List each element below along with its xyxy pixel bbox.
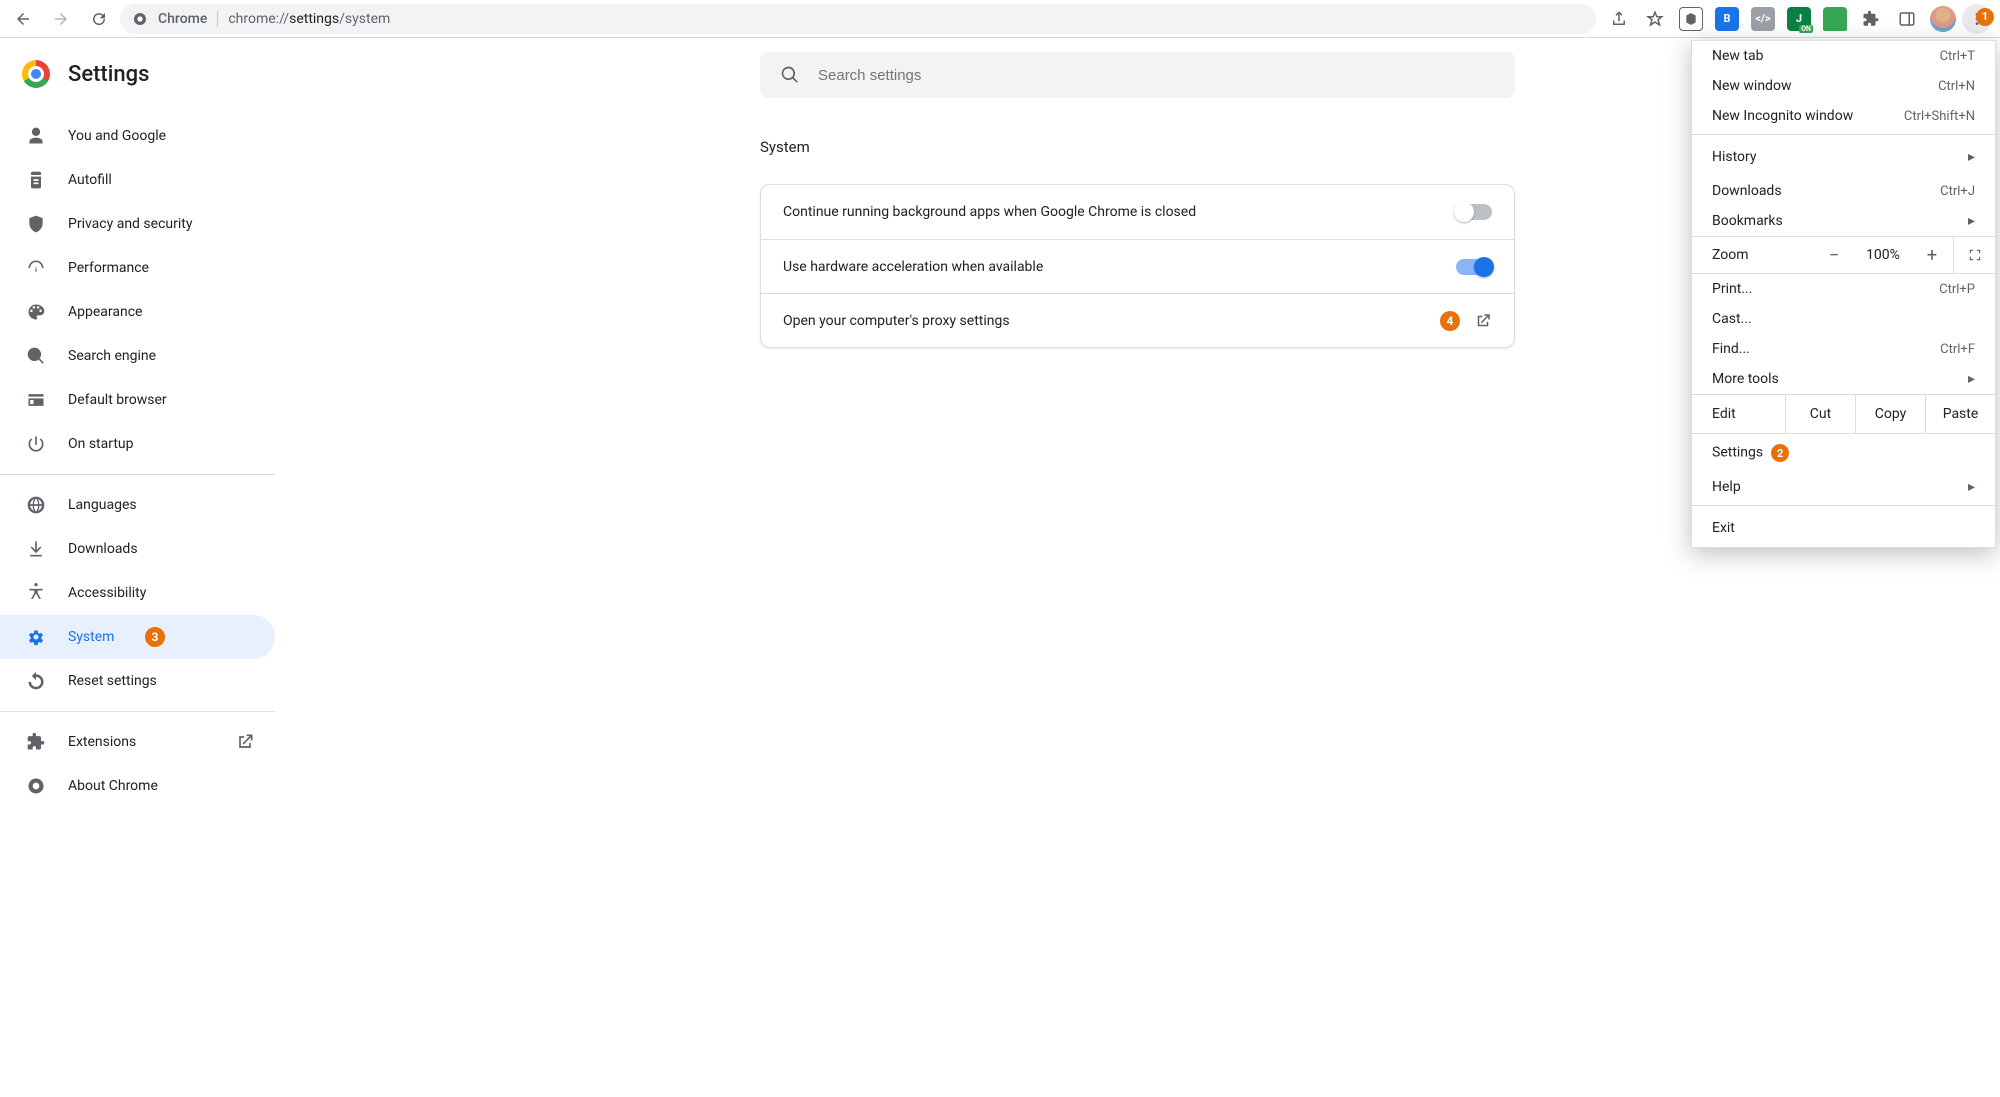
menu-copy[interactable]: Copy xyxy=(1855,395,1925,433)
extension-2[interactable]: B xyxy=(1710,4,1744,34)
menu-history[interactable]: History▸ xyxy=(1692,138,1995,176)
sidebar-item-languages[interactable]: Languages xyxy=(0,483,275,527)
toggle-bg-apps[interactable] xyxy=(1456,204,1492,220)
sidebar-item-default-browser[interactable]: Default browser xyxy=(0,378,275,422)
sidebar-item-reset-settings[interactable]: Reset settings xyxy=(0,659,275,703)
browser-toolbar: Chrome chrome://settings/system B </> JO… xyxy=(0,0,2000,38)
menu-badge-1: 1 xyxy=(1976,8,1994,26)
bookmark-star-icon[interactable] xyxy=(1638,4,1672,34)
menu-settings[interactable]: Settings2 xyxy=(1692,434,1995,472)
section-title: System xyxy=(760,138,1515,156)
fullscreen-button[interactable] xyxy=(1953,237,1995,273)
sidebar-item-system[interactable]: System 3 xyxy=(0,615,275,659)
back-button[interactable] xyxy=(6,4,40,34)
chrome-logo-icon xyxy=(22,60,50,88)
nav-label: Languages xyxy=(68,497,275,513)
share-icon[interactable] xyxy=(1602,4,1636,34)
search-icon xyxy=(780,65,800,85)
nav-label: System xyxy=(68,629,115,645)
nav-label: Privacy and security xyxy=(68,216,275,232)
menu-find[interactable]: Find...Ctrl+F xyxy=(1692,334,1995,364)
nav-label: Downloads xyxy=(68,541,275,557)
nav-label: Autofill xyxy=(68,172,275,188)
menu-incognito[interactable]: New Incognito windowCtrl+Shift+N xyxy=(1692,101,1995,131)
chrome-menu: New tabCtrl+T New windowCtrl+N New Incog… xyxy=(1691,40,1996,548)
open-external-icon xyxy=(235,732,255,752)
menu-edit-row: Edit Cut Copy Paste xyxy=(1692,394,1995,434)
nav-label: On startup xyxy=(68,436,275,452)
menu-bookmarks[interactable]: Bookmarks▸ xyxy=(1692,206,1995,236)
zoom-value: 100% xyxy=(1855,247,1911,263)
menu-new-window[interactable]: New windowCtrl+N xyxy=(1692,71,1995,101)
side-panel-icon[interactable] xyxy=(1890,4,1924,34)
sidebar-item-privacy-and-security[interactable]: Privacy and security xyxy=(0,202,275,246)
nav-label: Accessibility xyxy=(68,585,275,601)
zoom-in-button[interactable]: + xyxy=(1911,245,1953,266)
sidebar-item-autofill[interactable]: Autofill xyxy=(0,158,275,202)
sidebar-item-extensions[interactable]: Extensions xyxy=(0,720,275,764)
toggle-hw-accel[interactable] xyxy=(1456,259,1492,275)
profile-avatar[interactable] xyxy=(1926,4,1960,34)
extensions-puzzle-icon[interactable] xyxy=(1854,4,1888,34)
sidebar-item-about-chrome[interactable]: About Chrome xyxy=(0,764,275,808)
menu-new-tab[interactable]: New tabCtrl+T xyxy=(1692,41,1995,71)
omnibox-separator xyxy=(217,11,218,27)
row-bg-apps: Continue running background apps when Go… xyxy=(761,185,1514,239)
extension-1[interactable] xyxy=(1674,4,1708,34)
extension-5[interactable] xyxy=(1818,4,1852,34)
zoom-out-button[interactable]: − xyxy=(1813,245,1855,266)
sidebar-item-search-engine[interactable]: Search engine xyxy=(0,334,275,378)
menu-more-tools[interactable]: More tools▸ xyxy=(1692,364,1995,394)
sidebar-item-downloads[interactable]: Downloads xyxy=(0,527,275,571)
menu-downloads[interactable]: DownloadsCtrl+J xyxy=(1692,176,1995,206)
sidebar-item-on-startup[interactable]: On startup xyxy=(0,422,275,466)
page-origin-label: Chrome xyxy=(158,11,207,27)
extension-3[interactable]: </> xyxy=(1746,4,1780,34)
app-title: Settings xyxy=(68,62,149,87)
menu-exit[interactable]: Exit xyxy=(1692,509,1995,547)
menu-zoom-row: Zoom − 100% + xyxy=(1692,236,1995,274)
address-bar[interactable]: Chrome chrome://settings/system xyxy=(120,4,1596,34)
menu-help[interactable]: Help▸ xyxy=(1692,472,1995,502)
chrome-page-icon xyxy=(132,11,148,27)
nav-label: Search engine xyxy=(68,348,275,364)
nav-label: Appearance xyxy=(68,304,275,320)
menu-paste[interactable]: Paste xyxy=(1925,395,1995,433)
forward-button[interactable] xyxy=(44,4,78,34)
menu-cut[interactable]: Cut xyxy=(1785,395,1855,433)
nav-label: Default browser xyxy=(68,392,275,408)
nav-label: You and Google xyxy=(68,128,275,144)
system-step-badge: 3 xyxy=(145,627,165,647)
nav-label: Reset settings xyxy=(68,673,275,689)
sidebar-item-performance[interactable]: Performance xyxy=(0,246,275,290)
sidebar-item-appearance[interactable]: Appearance xyxy=(0,290,275,334)
settings-search-input[interactable] xyxy=(816,66,1495,85)
url-text: chrome://settings/system xyxy=(228,11,390,27)
menu-cast[interactable]: Cast... xyxy=(1692,304,1995,334)
sidebar-item-accessibility[interactable]: Accessibility xyxy=(0,571,275,615)
menu-print[interactable]: Print...Ctrl+P xyxy=(1692,274,1995,304)
nav-label: About Chrome xyxy=(68,778,275,794)
nav-label: Extensions xyxy=(68,734,213,750)
reload-button[interactable] xyxy=(82,4,116,34)
system-card: Continue running background apps when Go… xyxy=(760,184,1515,348)
settings-search[interactable] xyxy=(760,52,1515,98)
open-external-icon xyxy=(1474,312,1492,330)
settings-sidebar: Settings You and Google Autofill Privacy a… xyxy=(0,38,275,1097)
row-hw-accel: Use hardware acceleration when available xyxy=(761,239,1514,293)
nav-label: Performance xyxy=(68,260,275,276)
sidebar-item-you-and-google[interactable]: You and Google xyxy=(0,114,275,158)
row-proxy[interactable]: Open your computer's proxy settings 4 xyxy=(761,293,1514,347)
extension-4[interactable]: JON xyxy=(1782,4,1816,34)
chrome-menu-button[interactable]: 1 xyxy=(1962,4,1992,34)
proxy-step-badge: 4 xyxy=(1440,311,1460,331)
